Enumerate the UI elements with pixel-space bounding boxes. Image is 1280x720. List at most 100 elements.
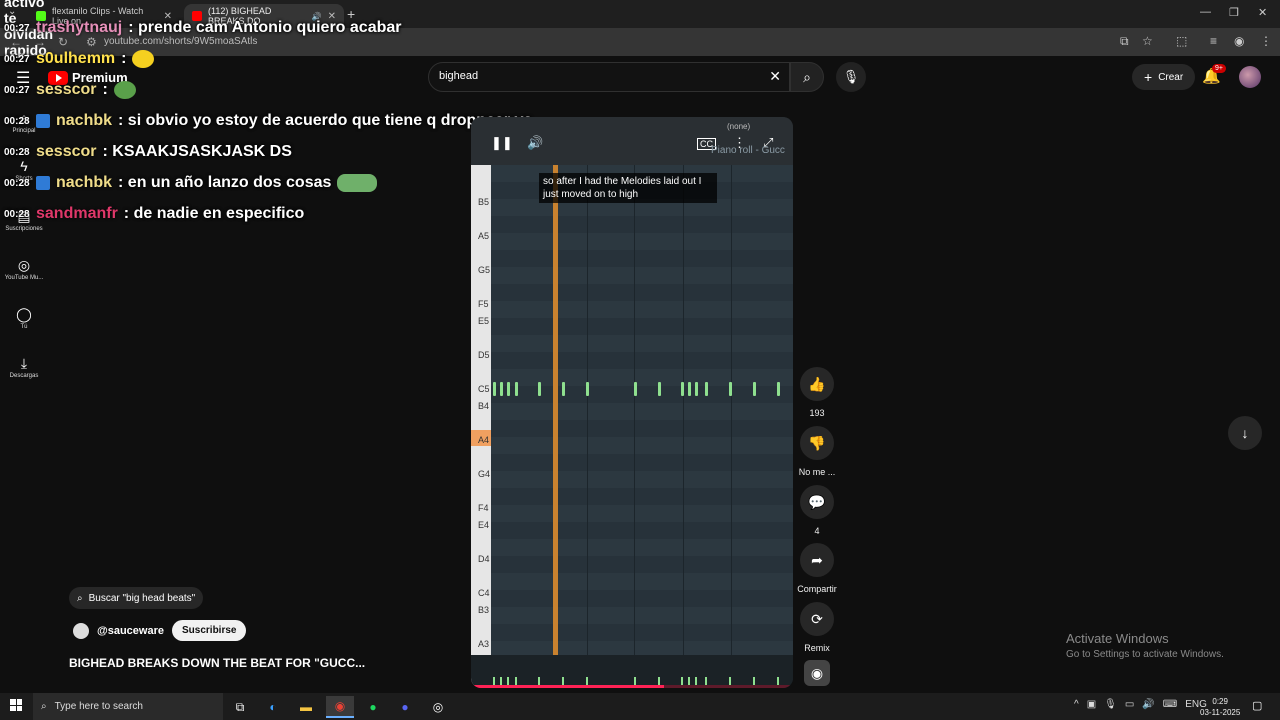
channel-avatar[interactable] (73, 622, 89, 639)
sidebar-item-youtube-music[interactable]: ◎ YouTube Mu... (0, 257, 48, 281)
profile-icon[interactable]: ◉ (1234, 34, 1244, 48)
chat-message: : (121, 50, 127, 67)
clear-search-icon[interactable]: ✕ (769, 68, 781, 85)
network-icon[interactable]: ▭ (1125, 699, 1134, 710)
you-icon: ◯ (16, 306, 32, 322)
chat-message: : (102, 81, 108, 98)
voice-search-button[interactable]: 🎙 (836, 62, 866, 92)
keyboard-icon[interactable]: ⌨ (1163, 699, 1177, 710)
remix-label: Remix (804, 643, 830, 653)
sound-thumbnail-icon[interactable]: ◉ (804, 660, 830, 686)
midi-note (681, 382, 684, 396)
discord-icon[interactable]: ● (391, 696, 419, 718)
key-label: F5 (478, 299, 489, 309)
comments-count: 4 (814, 526, 820, 536)
share-action[interactable]: ➦ Compartir (796, 543, 838, 594)
video-title[interactable]: BIGHEAD BREAKS DOWN THE BEAT FOR "GUCC..… (69, 656, 365, 670)
chat-user: nachbk (56, 112, 113, 129)
midi-note (634, 382, 637, 396)
spotify-icon[interactable]: ● (359, 696, 387, 718)
task-view-icon[interactable]: ⧉ (226, 696, 254, 718)
search-icon: ⌕ (77, 592, 83, 604)
search-box[interactable]: ✕ (428, 62, 790, 92)
sidebar-item-downloads[interactable]: ⤓ Descargas (0, 355, 48, 379)
chat-message: : prende cam Antonio quiero acabar (128, 19, 402, 36)
volume-icon[interactable]: 🔊 (527, 135, 543, 151)
obs-icon[interactable]: ◎ (424, 696, 452, 718)
key-label: C4 (478, 588, 490, 598)
next-video-button[interactable]: ↓ (1228, 416, 1262, 450)
key-label: A5 (478, 231, 490, 241)
activate-subtitle: Go to Settings to activate Windows. (1066, 649, 1224, 660)
file-explorer-icon[interactable]: ▬ (292, 696, 320, 718)
thumbs-down-icon[interactable]: 👎 (800, 426, 834, 460)
like-action[interactable]: 👍 193 (796, 367, 838, 418)
edge-icon[interactable]: ◐ (259, 696, 287, 718)
taskbar-search-placeholder: Type here to search (54, 701, 143, 712)
sidebar-item-label: Suscripciones (5, 226, 43, 232)
search-button[interactable]: ⌕ (790, 62, 824, 92)
plus-icon: + (1144, 69, 1153, 85)
activate-title: Activate Windows (1066, 631, 1169, 646)
taskbar-search[interactable]: ⌕ Type here to search (33, 693, 223, 720)
sound-action[interactable]: ◉ (796, 660, 838, 686)
mic-icon: 🎙 (842, 69, 860, 84)
share-icon[interactable]: ➦ (800, 543, 834, 577)
extensions-icon[interactable]: ⬚ (1176, 34, 1187, 48)
media-icon[interactable]: ≡ (1210, 34, 1217, 48)
create-button[interactable]: + Crear (1132, 64, 1196, 90)
windows-start-icon[interactable] (10, 699, 22, 711)
key-label: C5 (478, 384, 490, 394)
bookmark-star-icon[interactable]: ☆ (1142, 34, 1153, 48)
dislike-action[interactable]: 👎 No me ... (796, 426, 838, 477)
comments-action[interactable]: 💬 4 (796, 485, 838, 536)
activate-windows-watermark: Activate Windows Go to Settings to activ… (1066, 631, 1224, 660)
restore-icon[interactable]: ❐ (1229, 6, 1239, 19)
chat-user: sesscor (36, 81, 97, 98)
pause-icon[interactable]: ❚❚ (491, 135, 513, 151)
midi-note (658, 382, 661, 396)
thumbs-up-icon[interactable]: 👍 (800, 367, 834, 401)
sidebar-item-you[interactable]: ◯ Tú (0, 306, 48, 330)
close-window-icon[interactable]: ✕ (1258, 6, 1267, 19)
remix-icon[interactable]: ⟳ (800, 602, 834, 636)
midi-note (688, 382, 691, 396)
channel-row: @sauceware Suscribirse (73, 620, 247, 641)
key-label: B5 (478, 197, 490, 207)
install-icon[interactable]: ⧉ (1120, 34, 1129, 49)
minimize-icon[interactable]: — (1200, 6, 1211, 18)
comment-icon[interactable]: 💬 (800, 485, 834, 519)
related-search-chip[interactable]: ⌕ Buscar "big head beats" (69, 587, 204, 609)
chat-time: 00:27 (4, 22, 30, 34)
volume-icon[interactable]: 🔊 (1142, 699, 1154, 710)
clock-time: 0:29 (1212, 697, 1228, 706)
clock[interactable]: 0:29 03-11-2025 (1200, 696, 1240, 718)
chat-line: 00:28 sandmanfr : de nadie en especifico (4, 203, 304, 225)
chat-user: sandmanfr (36, 205, 118, 222)
chrome-icon[interactable]: ◉ (326, 696, 354, 718)
remix-action[interactable]: ⟳ Remix (796, 602, 838, 653)
midi-note (500, 382, 503, 396)
midi-note (538, 382, 541, 396)
shorts-video-player[interactable]: ❚❚ 🔊 CC ⋮ ⤢ (none) Piano roll - Gucc B5 … (471, 117, 793, 688)
key-label: G4 (478, 469, 491, 479)
camera-icon[interactable]: ▣ (1087, 699, 1096, 710)
avatar[interactable] (1239, 66, 1261, 88)
badge-icon (36, 114, 50, 128)
grid-line (683, 165, 684, 655)
channel-name[interactable]: @sauceware (97, 625, 164, 637)
subscribe-button[interactable]: Suscribirse (172, 620, 247, 641)
chat-user: nachbk (56, 174, 113, 191)
key-label: B3 (478, 605, 490, 615)
sidebar-item-label: Descargas (9, 373, 39, 379)
midi-note (562, 382, 565, 396)
notifications-icon[interactable]: ▢ (1252, 699, 1262, 712)
chevron-up-icon[interactable]: ^ (1074, 699, 1079, 710)
menu-icon[interactable]: ⋮ (1260, 34, 1272, 48)
mic-icon[interactable]: 🎙 (1104, 699, 1117, 710)
chat-line: 00:28 nachbk : en un año lanzo dos cosas (4, 172, 378, 194)
midi-note (586, 382, 589, 396)
progress-bar[interactable] (471, 685, 793, 688)
search-input[interactable] (439, 70, 739, 82)
midi-note (729, 382, 732, 396)
